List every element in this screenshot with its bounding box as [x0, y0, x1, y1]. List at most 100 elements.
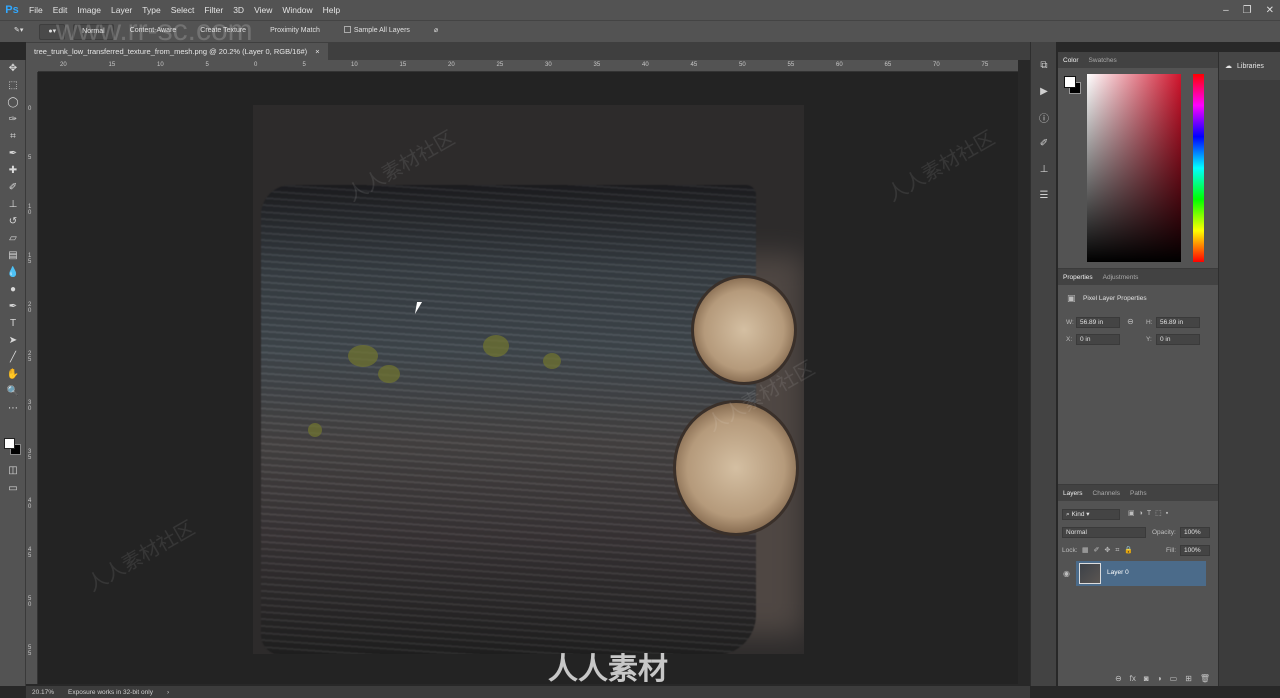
status-menu-icon[interactable]: › [167, 689, 169, 696]
hand-tool-icon[interactable]: ✋ [0, 366, 26, 383]
brush-tool-icon[interactable]: ✐ [0, 179, 26, 196]
ruler-tick-label: 2 0 [28, 302, 32, 314]
properties-panel-icon[interactable]: ☰ [1031, 182, 1057, 208]
tab-swatches[interactable]: Swatches [1089, 57, 1117, 64]
clone-source-icon[interactable]: ⊥ [1031, 156, 1057, 182]
spot-healing-brush-icon[interactable]: ✎▾ [6, 24, 31, 40]
move-tool-icon[interactable]: ✥ [0, 60, 26, 77]
clone-stamp-tool-icon[interactable]: ⊥ [0, 196, 26, 213]
actions-panel-icon[interactable]: ▶ [1031, 78, 1057, 104]
close-button[interactable]: ✕ [1266, 5, 1274, 16]
new-layer-icon[interactable]: ⊞ [1185, 674, 1192, 683]
height-field[interactable]: 56.89 in [1156, 317, 1200, 328]
layers-footer: ⊖ fx ◙ ◑ ▭ ⊞ 🗑 [1058, 670, 1218, 686]
menu-help[interactable]: Help [318, 0, 345, 20]
libraries-tab[interactable]: ☁ Libraries [1219, 52, 1280, 80]
opacity-field[interactable]: 100% [1180, 527, 1210, 538]
right-panel-dock: Color Swatches Properties Adjustments ▣ … [1058, 52, 1218, 686]
tab-color[interactable]: Color [1063, 57, 1079, 64]
layer-filter-kind[interactable]: ⌕ Kind ▾ [1062, 509, 1120, 520]
y-field[interactable]: 0 in [1156, 334, 1200, 345]
crop-tool-icon[interactable]: ⌗ [0, 128, 26, 145]
layer-name[interactable]: Layer 0 [1107, 569, 1129, 576]
brush-settings-icon[interactable]: ✐ [1031, 130, 1057, 156]
ruler-tick-label: 60 [836, 62, 843, 68]
sample-all-layers-option[interactable]: Sample All Layers [336, 24, 418, 40]
restore-button[interactable]: ❐ [1243, 5, 1252, 16]
ruler-vertical[interactable]: 0 5 1 0 1 5 2 0 2 5 3 0 3 5 4 0 4 5 5 0 5 5 [26, 72, 38, 684]
menu-file[interactable]: File [24, 0, 48, 20]
marquee-tool-icon[interactable]: ⬚ [0, 77, 26, 94]
blur-tool-icon[interactable]: 💧 [0, 264, 26, 281]
sample-all-layers-checkbox[interactable] [343, 26, 351, 34]
minimize-button[interactable]: – [1223, 5, 1229, 16]
width-field[interactable]: 56.89 in [1076, 317, 1120, 328]
document-close-icon[interactable]: × [315, 47, 319, 56]
libraries-label: Libraries [1237, 62, 1264, 70]
ruler-tick-label: 55 [787, 62, 795, 68]
new-group-icon[interactable]: ▭ [1170, 674, 1178, 683]
line-tool-icon[interactable]: ╱ [0, 349, 26, 366]
panel-icon-strip: ⧉ ▶ ⓘ ✐ ⊥ ☰ [1030, 42, 1056, 686]
type-proximity-match[interactable]: Proximity Match [262, 24, 328, 40]
lasso-tool-icon[interactable]: ◯ [0, 94, 26, 111]
layer-style-icon[interactable]: fx [1130, 674, 1136, 683]
ruler-tick-label: 10 [351, 62, 358, 68]
foreground-color-swatch[interactable] [4, 438, 15, 449]
tab-adjustments[interactable]: Adjustments [1103, 274, 1139, 281]
link-dimensions-icon[interactable]: ⊖ [1127, 317, 1134, 326]
history-brush-tool-icon[interactable]: ↺ [0, 213, 26, 230]
layer-thumbnail [1079, 563, 1101, 584]
menu-view[interactable]: View [249, 0, 277, 20]
gradient-tool-icon[interactable]: ▤ [0, 247, 26, 264]
tab-layers[interactable]: Layers [1063, 490, 1083, 497]
canvas-workspace[interactable] [38, 72, 1018, 684]
color-panel-foreground[interactable] [1064, 76, 1076, 88]
zoom-tool-icon[interactable]: 🔍 [0, 383, 26, 400]
pen-tool-icon[interactable]: ✒ [0, 298, 26, 315]
eraser-tool-icon[interactable]: ▱ [0, 230, 26, 247]
ruler-tick-label: 65 [884, 62, 892, 68]
tree-slice-top [691, 275, 797, 385]
ruler-tick-label: 0 [254, 62, 258, 68]
visibility-eye-icon[interactable]: ◉ [1063, 569, 1070, 578]
zoom-level[interactable]: 20.17% [32, 689, 54, 696]
quick-select-tool-icon[interactable]: ✑ [0, 111, 26, 128]
color-spectrum-field[interactable] [1087, 74, 1181, 262]
tab-paths[interactable]: Paths [1130, 490, 1147, 497]
layer-filter-icons[interactable]: ▣◑T⬚▪ [1128, 509, 1172, 517]
blend-mode-select[interactable]: Normal [1062, 527, 1146, 538]
info-panel-icon[interactable]: ⓘ [1031, 104, 1057, 130]
w-label: W: [1066, 319, 1074, 326]
lock-icons[interactable]: ▦✐✥⌗🔒 [1082, 546, 1138, 555]
adjustment-layer-icon[interactable]: ◑ [1157, 674, 1162, 683]
ruler-origin[interactable] [26, 60, 38, 72]
ruler-tick-label: 35 [593, 62, 601, 68]
ruler-tick-label: 15 [108, 62, 116, 68]
link-layers-icon[interactable]: ⊖ [1115, 674, 1122, 683]
add-mask-icon[interactable]: ◙ [1144, 674, 1149, 683]
menu-window[interactable]: Window [277, 0, 317, 20]
fill-field[interactable]: 100% [1180, 545, 1210, 556]
ruler-horizontal[interactable]: 20 15 10 5 0 5 10 15 20 25 30 35 40 45 50 55 60 65 70 75 [38, 60, 1018, 72]
tab-properties[interactable]: Properties [1063, 274, 1093, 281]
quick-mask-icon[interactable]: ◫ [0, 462, 26, 479]
pressure-size-icon[interactable]: ⌀ [426, 24, 446, 40]
document-canvas[interactable] [253, 105, 804, 654]
tab-channels[interactable]: Channels [1093, 490, 1120, 497]
x-label: X: [1066, 336, 1073, 343]
healing-brush-tool-icon[interactable]: ✚ [0, 162, 26, 179]
type-tool-icon[interactable]: T [0, 315, 26, 332]
ruler-tick-label: 45 [690, 62, 698, 68]
screen-mode-icon[interactable]: ▭ [0, 480, 26, 497]
history-panel-icon[interactable]: ⧉ [1031, 52, 1057, 78]
layer-row[interactable]: Layer 0 [1076, 561, 1206, 586]
delete-layer-icon[interactable]: 🗑 [1200, 674, 1210, 683]
path-selection-tool-icon[interactable]: ➤ [0, 332, 26, 349]
x-field[interactable]: 0 in [1076, 334, 1120, 345]
eyedropper-tool-icon[interactable]: ✒ [0, 145, 26, 162]
hue-slider[interactable] [1193, 74, 1204, 262]
moss-patch [308, 423, 322, 437]
dodge-tool-icon[interactable]: ● [0, 281, 26, 298]
more-tools-icon[interactable]: ⋯ [0, 400, 26, 417]
